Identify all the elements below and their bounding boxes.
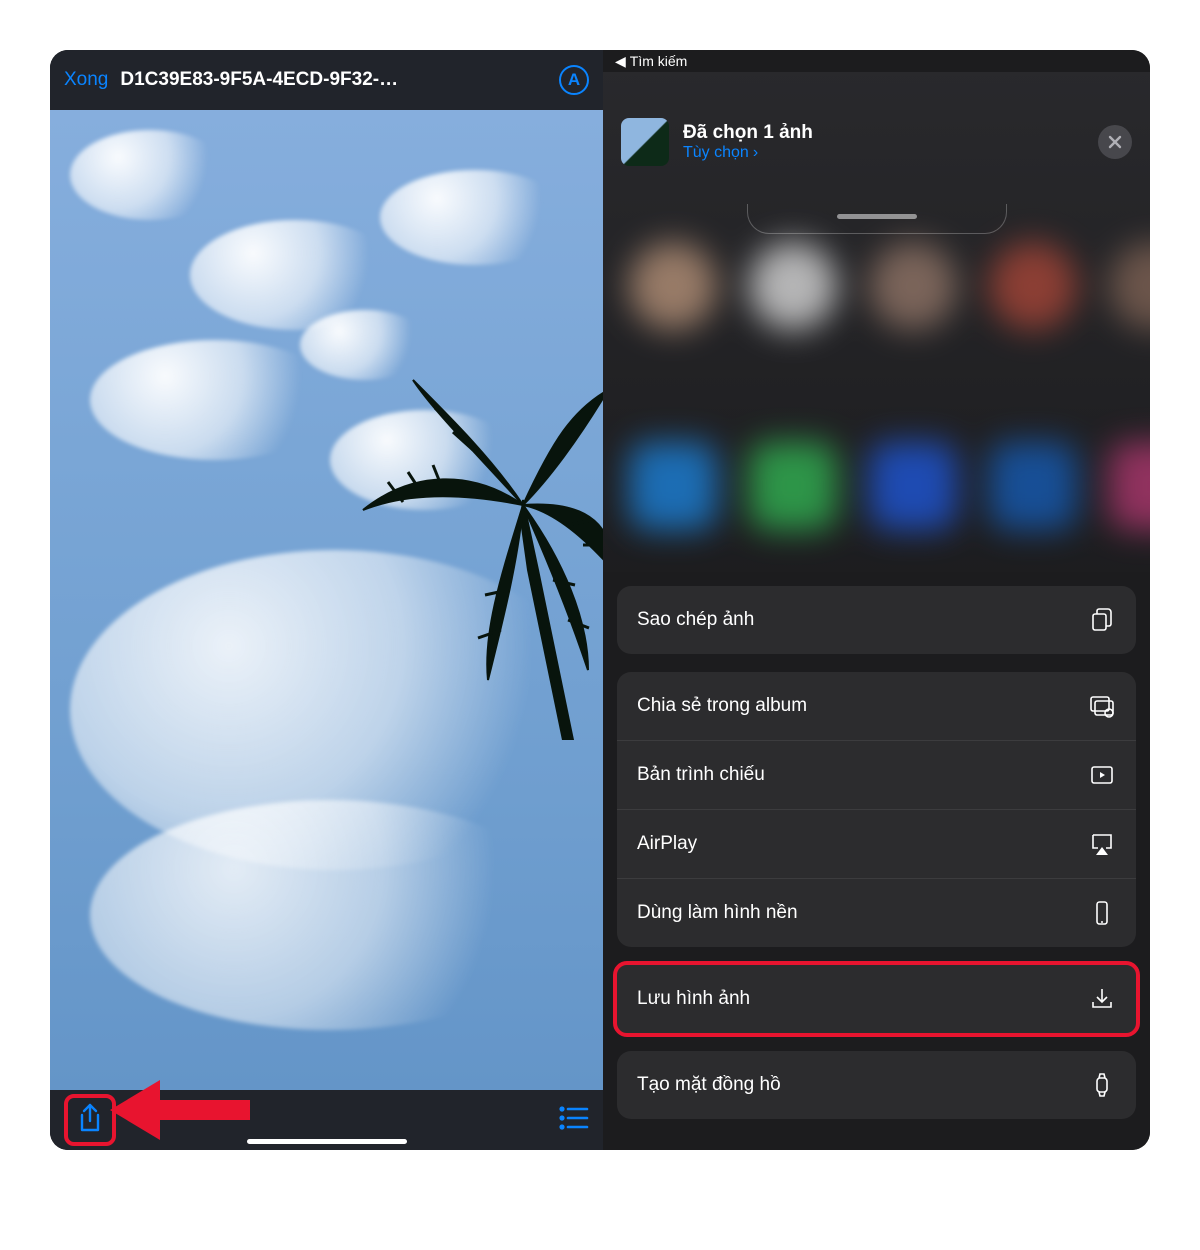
share-sheet-blur-area: Đã chọn 1 ảnh Tùy chọn › <box>603 72 1150 572</box>
action-label: Sao chép ảnh <box>637 609 754 631</box>
viewer-top-bar: Xong D1C39E83-9F5A-4ECD-9F32-… A <box>50 50 603 110</box>
watch-icon <box>1088 1071 1116 1099</box>
share-actions-list: Sao chép ảnh Chia sẻ trong album Bản trì… <box>617 586 1136 1119</box>
back-caret-icon: ◀ <box>615 53 626 70</box>
action-slideshow[interactable]: Bản trình chiếu <box>617 740 1136 809</box>
options-label: Tùy chọn <box>683 144 749 162</box>
download-icon <box>1088 985 1116 1013</box>
home-indicator[interactable] <box>247 1139 407 1144</box>
status-breadcrumb[interactable]: ◀ Tìm kiếm <box>603 50 1150 72</box>
list-view-icon[interactable] <box>559 1106 589 1135</box>
done-button[interactable]: Xong <box>64 69 108 91</box>
share-icon[interactable] <box>76 1103 104 1138</box>
shared-album-icon <box>1088 692 1116 720</box>
status-back-label: Tìm kiếm <box>630 53 688 69</box>
share-sheet-header: Đã chọn 1 ảnh Tùy chọn › <box>603 96 1150 184</box>
annotation-highlight-share <box>64 1094 116 1146</box>
action-label: Dùng làm hình nền <box>637 902 798 924</box>
action-label: Chia sẻ trong album <box>637 695 807 717</box>
annotation-arrow <box>110 1080 250 1140</box>
action-save-image[interactable]: Lưu hình ảnh <box>617 965 1136 1033</box>
action-copy-photo[interactable]: Sao chép ảnh <box>617 586 1136 654</box>
airplay-icon <box>1088 830 1116 858</box>
action-label: Tạo mặt đồng hồ <box>637 1074 781 1096</box>
photo-filename-title: D1C39E83-9F5A-4ECD-9F32-… <box>120 69 547 91</box>
annotation-highlight-save: Lưu hình ảnh <box>613 961 1140 1037</box>
photo-viewer-pane: Xong D1C39E83-9F5A-4ECD-9F32-… A <box>50 50 603 1150</box>
close-button[interactable] <box>1098 125 1132 159</box>
copy-documents-icon <box>1088 606 1116 634</box>
options-button[interactable]: Tùy chọn › <box>683 144 758 162</box>
selection-thumbnail[interactable] <box>621 118 669 166</box>
play-rect-icon <box>1088 761 1116 789</box>
action-set-wallpaper[interactable]: Dùng làm hình nền <box>617 878 1136 947</box>
share-sheet-pane: ◀ Tìm kiếm Đã chọn 1 ảnh Tùy chọn › <box>603 50 1150 1150</box>
sheet-grabber[interactable] <box>747 204 1007 234</box>
chevron-right-icon: › <box>753 144 758 162</box>
action-share-in-album[interactable]: Chia sẻ trong album <box>617 672 1136 740</box>
palm-tree-image <box>353 370 603 740</box>
iphone-icon <box>1088 899 1116 927</box>
action-label: AirPlay <box>637 833 697 855</box>
action-create-watch-face[interactable]: Tạo mặt đồng hồ <box>617 1051 1136 1119</box>
action-label: Lưu hình ảnh <box>637 988 750 1010</box>
photo-preview[interactable] <box>50 110 603 1090</box>
action-label: Bản trình chiếu <box>637 764 765 786</box>
action-airplay[interactable]: AirPlay <box>617 809 1136 878</box>
markup-icon[interactable]: A <box>559 65 589 95</box>
selection-count-label: Đã chọn 1 ảnh <box>683 122 1084 144</box>
